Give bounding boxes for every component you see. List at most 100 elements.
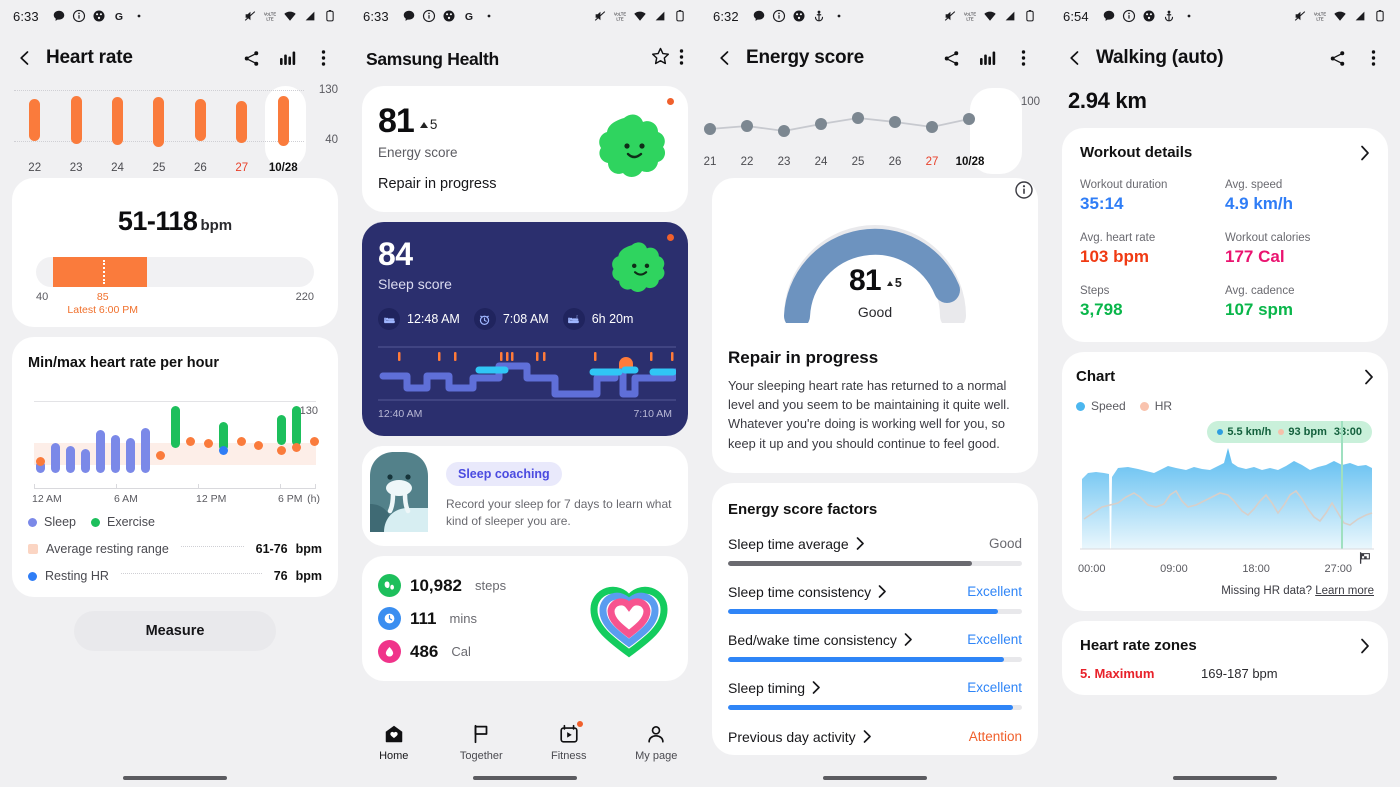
- tab-together[interactable]: Together: [438, 723, 526, 762]
- bar-chart-icon[interactable]: [974, 45, 1000, 71]
- hourly-point-dot: [277, 446, 286, 455]
- tab-my-page[interactable]: My page: [613, 723, 701, 762]
- share-icon[interactable]: [938, 45, 964, 71]
- tab-home[interactable]: Home: [350, 723, 438, 762]
- share-icon[interactable]: [1324, 45, 1350, 71]
- heart-rate-zones-card[interactable]: Heart rate zones 5. Maximum 169-187 bpm: [1062, 621, 1388, 695]
- metric-cell: Steps 3,798: [1080, 285, 1225, 320]
- share-icon[interactable]: [238, 45, 264, 71]
- hr-day-column[interactable]: 23: [55, 86, 96, 174]
- gauge-delta-value: 5: [894, 276, 902, 290]
- hourly-point-dot: [36, 457, 45, 466]
- energy-day-label-selected[interactable]: 10/28: [956, 156, 985, 168]
- hr-day-column[interactable]: 26: [180, 86, 221, 174]
- more-icon[interactable]: [1010, 45, 1036, 71]
- anchor-icon: [1164, 10, 1173, 22]
- hr-day-column[interactable]: 25: [138, 86, 179, 174]
- home-indicator[interactable]: [0, 776, 350, 780]
- more-icon[interactable]: [310, 45, 336, 71]
- status-time: 6:33: [13, 8, 39, 24]
- hourly-point-dot: [254, 441, 263, 450]
- hr-bar: [194, 99, 206, 141]
- activity-summary-card[interactable]: 10,982 steps 111 mins 486 Cal: [362, 556, 688, 681]
- hr-day-column[interactable]: 24: [97, 86, 138, 174]
- workout-chart-card[interactable]: Chart Speed HR 5.5 km/h 93 bpm 33:00 00:…: [1062, 352, 1388, 611]
- walrus-mascot-icon: [362, 446, 436, 532]
- hr-day-label: 10/28: [268, 162, 298, 174]
- back-icon[interactable]: [1064, 47, 1086, 69]
- hr-daily-trend-chart[interactable]: 130 40 22 23 24 25 26 27 10/28: [0, 84, 350, 174]
- energy-day-label[interactable]: 24: [815, 156, 828, 168]
- energy-gauge-card: 81 5 Good Repair in progress Your sleepin…: [712, 178, 1038, 473]
- mute-icon: [594, 11, 606, 21]
- wifi-icon: [284, 11, 296, 21]
- factor-head: Sleep time consistency Excellent: [728, 584, 1022, 600]
- resting-range-label: Average resting range: [46, 542, 169, 556]
- energy-day-label[interactable]: 21: [704, 156, 717, 168]
- factor-row[interactable]: Bed/wake time consistency Excellent: [728, 632, 1022, 662]
- svg-text:G: G: [465, 11, 473, 23]
- energy-trend-chart[interactable]: 100 21 22 23 24 25 26 27 10/28: [700, 88, 1050, 178]
- bar-chart-icon[interactable]: [274, 45, 300, 71]
- calories-row: 486 Cal: [378, 640, 506, 663]
- samsung-health-header: Samsung Health: [350, 32, 700, 86]
- duration-value: 6h 20m: [591, 312, 634, 326]
- legend-hr: HR: [1139, 399, 1172, 413]
- energy-day-label[interactable]: 23: [778, 156, 791, 168]
- steps-icon: [378, 574, 401, 597]
- home-indicator[interactable]: [350, 776, 700, 780]
- speed-hr-chart[interactable]: 5.5 km/h 93 bpm 33:00 00:00 09:00 18:00 …: [1076, 421, 1374, 575]
- workout-details-card[interactable]: Workout details Workout duration 35:14 A…: [1062, 128, 1388, 342]
- status-bar: 6:54 VoLTE LTE: [1050, 0, 1400, 32]
- hr-day-label: 23: [69, 162, 83, 174]
- home-indicator[interactable]: [700, 776, 1050, 780]
- factor-name: Sleep timing: [728, 679, 806, 696]
- sleep-score-card[interactable]: 84 Sleep score 12:48 AM 7:08 AM z 6h 20m…: [362, 222, 688, 436]
- tab-fitness[interactable]: Fitness: [525, 721, 613, 762]
- status-bar-left: 6:32: [713, 9, 943, 24]
- learn-more-link[interactable]: Learn more: [1315, 585, 1374, 597]
- calories-value: 486: [410, 641, 439, 661]
- energy-day-label[interactable]: 25: [852, 156, 865, 168]
- energy-day-label[interactable]: 26: [889, 156, 902, 168]
- status-bar-right: VoLTE LTE: [1293, 9, 1387, 23]
- energy-line-svg: [704, 112, 975, 137]
- more-icon[interactable]: [1360, 45, 1386, 71]
- sleep-coaching-chip[interactable]: Sleep coaching: [446, 462, 562, 486]
- signal-icon: [1005, 11, 1015, 21]
- factor-row[interactable]: Sleep time consistency Excellent: [728, 584, 1022, 614]
- factor-row-partial[interactable]: Previous day activity Attention: [728, 729, 1022, 745]
- fitness-icon: [560, 724, 578, 743]
- minmax-chart[interactable]: 130 12 AM 6 AM 12 PM 6 PM (h): [28, 389, 322, 505]
- bedtime-stat: 12:48 AM: [378, 308, 460, 330]
- more-icon[interactable]: [679, 48, 684, 71]
- sleep-bar: [126, 438, 135, 473]
- page-title: Heart rate: [46, 47, 133, 68]
- hr-day-column[interactable]: 27: [221, 86, 262, 174]
- energy-day-label[interactable]: 27: [926, 156, 939, 168]
- screenshot-stage: 6:33 G VoLTE LTE Heart rate 130 40 22 23…: [0, 0, 1400, 787]
- star-icon[interactable]: [650, 46, 671, 72]
- axis-label-top: 100: [1020, 96, 1040, 108]
- energy-score-card[interactable]: 81 5 Energy score Repair in progress: [362, 86, 688, 212]
- energy-day-label[interactable]: 22: [741, 156, 754, 168]
- walking-header: Walking (auto): [1050, 32, 1400, 84]
- activity-rings-heart-icon: [590, 586, 668, 657]
- chat-icon: [53, 10, 64, 21]
- sleep-coaching-card[interactable]: Sleep coaching Record your sleep for 7 d…: [362, 446, 688, 546]
- back-icon[interactable]: [14, 47, 36, 69]
- factor-row[interactable]: Sleep timing Excellent: [728, 680, 1022, 710]
- hr-range-value: 51-118: [117, 206, 198, 236]
- home-indicator[interactable]: [1050, 776, 1400, 780]
- back-icon[interactable]: [714, 47, 736, 69]
- status-bar: 6:33 G VoLTE LTE: [350, 0, 700, 32]
- tab-label: Fitness: [551, 750, 587, 762]
- minmax-legend: Sleep Exercise: [28, 515, 322, 529]
- metric-label: Workout calories: [1225, 232, 1311, 244]
- hr-day-column-selected[interactable]: 10/28: [263, 86, 304, 174]
- measure-button[interactable]: Measure: [74, 611, 276, 651]
- factor-row[interactable]: Sleep time average Good: [728, 536, 1022, 566]
- chevron-right-icon: [1361, 638, 1369, 653]
- hr-day-column[interactable]: 22: [14, 86, 55, 174]
- hr-bar: [29, 99, 41, 141]
